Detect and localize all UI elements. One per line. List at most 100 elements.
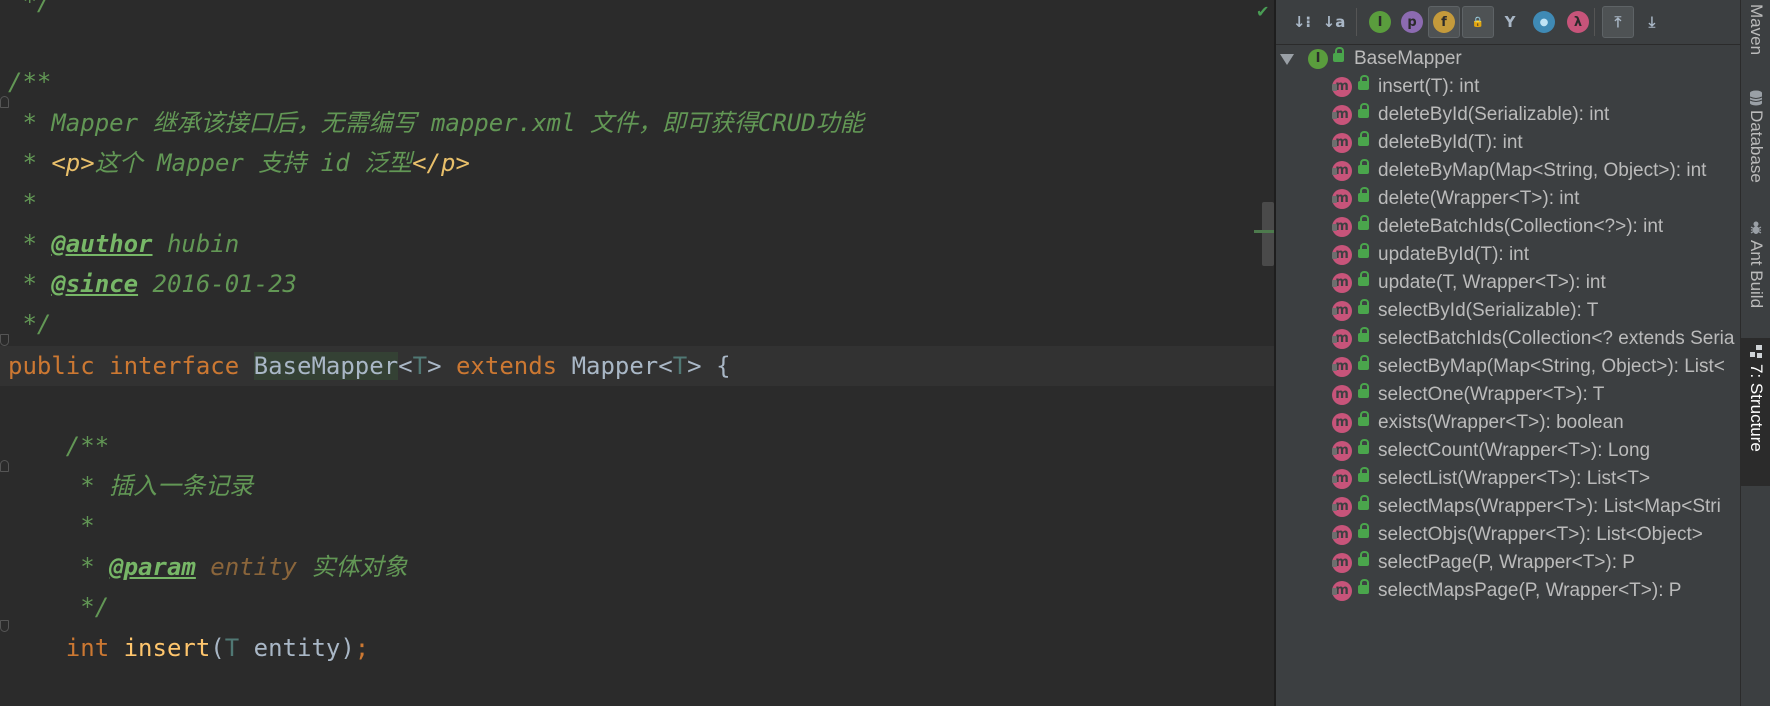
autoscroll-to-source-button[interactable]: ⤒ — [1602, 6, 1634, 38]
tree-item-method[interactable]: m selectById(Serializable): T — [1276, 296, 1740, 326]
code-line[interactable]: /** — [0, 62, 51, 102]
code-token: ; — [354, 634, 370, 662]
code-line[interactable]: * @since 2016-01-23 — [0, 264, 297, 304]
method-label: selectObjs(Wrapper<T>): List<Object> — [1378, 524, 1703, 545]
tree-item-method[interactable]: m selectByMap(Map<String, Object>): List< — [1276, 352, 1740, 382]
tree-item-method[interactable]: m selectMapsPage(P, Wrapper<T>): P — [1276, 576, 1740, 606]
code-token: ( — [210, 634, 225, 662]
method-icon: m — [1332, 357, 1352, 377]
code-line[interactable]: * <p>这个 Mapper 支持 id 泛型</p> — [0, 143, 469, 183]
tree-item-method[interactable]: m selectPage(P, Wrapper<T>): P — [1276, 548, 1740, 578]
show-inherited-button[interactable]: I — [1364, 6, 1396, 38]
public-lock-icon — [1358, 383, 1369, 398]
code-token: T — [672, 352, 688, 380]
tree-item-method[interactable]: m selectObjs(Wrapper<T>): List<Object> — [1276, 520, 1740, 550]
autoscroll-from-source-icon: ⤓ — [1648, 13, 1656, 31]
code-token: * — [8, 230, 52, 258]
code-token: T — [224, 634, 240, 662]
tree-item-method[interactable]: m exists(Wrapper<T>): boolean — [1276, 408, 1740, 438]
public-lock-icon — [1358, 299, 1369, 314]
tree-item-method[interactable]: m update(T, Wrapper<T>): int — [1276, 268, 1740, 298]
code-token: int — [65, 634, 124, 662]
public-lock-icon — [1358, 327, 1369, 342]
tree-item-method[interactable]: m deleteById(Serializable): int — [1276, 100, 1740, 130]
public-lock-icon — [1358, 551, 1369, 566]
code-line[interactable]: int insert(T entity); — [0, 628, 369, 668]
code-token: entity) — [239, 634, 355, 662]
code-line[interactable]: */ — [0, 304, 51, 344]
tree-item-method[interactable]: m deleteBatchIds(Collection<?>): int — [1276, 212, 1740, 242]
tree-item-method[interactable]: m deleteById(T): int — [1276, 128, 1740, 158]
tree-item-method[interactable]: m selectMaps(Wrapper<T>): List<Map<Stri — [1276, 492, 1740, 522]
code-token: * — [8, 553, 110, 581]
maven-tool-button[interactable]: Maven — [1741, 0, 1770, 62]
ant-build-tool-button[interactable]: Ant Build — [1741, 214, 1770, 318]
structure-panel: ↓⁝ ↓a Ip f 🔒 Y ● λ ⤒ ⤓ I BaseMapper m insert(T): int… — [1276, 0, 1740, 706]
method-icon: m — [1332, 553, 1352, 573]
tree-root-basemapper[interactable]: I BaseMapper — [1276, 44, 1740, 74]
code-token: public — [8, 352, 110, 380]
show-anonymous-button[interactable]: Y — [1494, 6, 1526, 38]
code-line[interactable]: /** — [0, 426, 109, 466]
public-lock-icon — [1333, 47, 1344, 62]
method-label: selectById(Serializable): T — [1378, 300, 1599, 321]
show-properties-button[interactable]: p — [1396, 6, 1428, 38]
show-fields-button[interactable]: f — [1428, 6, 1460, 38]
tree-item-method[interactable]: m selectOne(Wrapper<T>): T — [1276, 380, 1740, 410]
code-line[interactable]: * 插入一条记录 — [0, 466, 253, 506]
tree-item-method[interactable]: m selectList(Wrapper<T>): List<T> — [1276, 464, 1740, 494]
code-token: */ — [8, 593, 110, 621]
method-label: deleteById(T): int — [1378, 132, 1523, 153]
public-lock-icon — [1358, 495, 1369, 510]
method-label: selectPage(P, Wrapper<T>): P — [1378, 552, 1635, 573]
show-include-button[interactable]: ● — [1528, 6, 1560, 38]
tree-item-method[interactable]: m insert(T): int — [1276, 72, 1740, 102]
code-editor[interactable]: ✔ */ /** * Mapper 继承该接口后，无需编写 mapper.xml … — [0, 0, 1274, 706]
method-label: updateById(T): int — [1378, 244, 1530, 265]
code-token: 这个 Mapper 支持 id 泛型 — [94, 149, 413, 177]
expand-arrow-icon[interactable] — [1280, 54, 1294, 65]
code-line-current[interactable]: public interface BaseMapper<T> extends M… — [0, 346, 1274, 386]
tree-item-method[interactable]: m updateById(T): int — [1276, 240, 1740, 270]
code-line[interactable]: * @author hubin — [0, 224, 239, 264]
structure-label: 7: Structure — [1747, 364, 1766, 452]
sort-alphabetically-button[interactable]: ↓a — [1318, 6, 1350, 38]
code-token: extends — [455, 352, 572, 380]
toolbar-separator — [1356, 8, 1357, 36]
code-line[interactable]: */ — [0, 0, 51, 22]
autoscroll-from-source-button[interactable]: ⤓ — [1636, 6, 1668, 38]
method-icon: m — [1332, 77, 1352, 97]
method-icon: m — [1332, 217, 1352, 237]
code-line[interactable]: * — [0, 183, 36, 223]
sort-by-visibility-button[interactable]: ↓⁝ — [1286, 6, 1318, 38]
public-lock-icon — [1358, 271, 1369, 286]
editor-scrollbar-thumb[interactable] — [1262, 202, 1274, 266]
tree-item-method[interactable]: m selectBatchIds(Collection<? extends Ser… — [1276, 324, 1740, 354]
tree-item-method[interactable]: m deleteByMap(Map<String, Object>): int — [1276, 156, 1740, 186]
sort-visibility-icon: ↓⁝ — [1292, 13, 1312, 31]
toolbar-separator — [1594, 8, 1595, 36]
code-token: @since — [51, 270, 139, 298]
structure-tool-button[interactable]: 7: Structure — [1741, 338, 1770, 486]
ant-build-label: Ant Build — [1747, 240, 1766, 309]
public-lock-icon — [1358, 131, 1369, 146]
code-line[interactable]: * Mapper 继承该接口后，无需编写 mapper.xml 文件，即可获得C… — [0, 103, 863, 143]
field-icon: f — [1433, 11, 1455, 33]
public-lock-icon — [1358, 243, 1369, 258]
anonymous-icon: Y — [1504, 13, 1516, 31]
code-line[interactable]: * @param entity 实体对象 — [0, 547, 407, 587]
public-lock-icon — [1358, 523, 1369, 538]
code-line[interactable]: */ — [0, 587, 109, 627]
tree-item-method[interactable]: m selectCount(Wrapper<T>): Long — [1276, 436, 1740, 466]
method-label: delete(Wrapper<T>): int — [1378, 188, 1580, 209]
show-non-public-button[interactable]: 🔒 — [1462, 6, 1494, 38]
code-token: > { — [687, 352, 731, 380]
code-line[interactable]: * — [0, 506, 94, 546]
tree-item-method[interactable]: m delete(Wrapper<T>): int — [1276, 184, 1740, 214]
show-lambdas-button[interactable]: λ — [1562, 6, 1594, 38]
method-icon: m — [1332, 329, 1352, 349]
code-token: /** — [8, 432, 110, 460]
method-label: exists(Wrapper<T>): boolean — [1378, 412, 1624, 433]
database-tool-button[interactable]: Database — [1741, 84, 1770, 194]
